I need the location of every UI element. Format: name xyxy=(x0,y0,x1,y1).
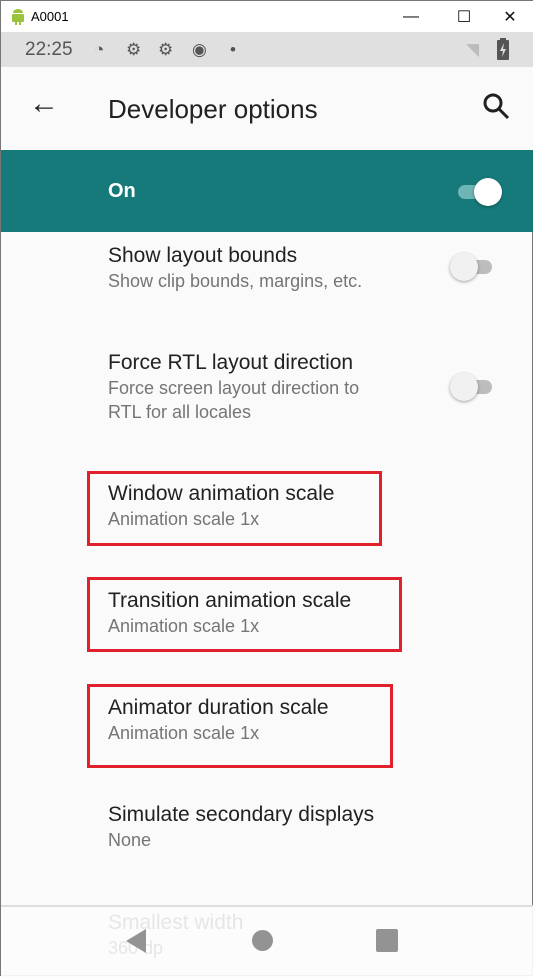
maximize-button[interactable]: ☐ xyxy=(447,1,481,32)
master-switch-label: On xyxy=(108,180,136,202)
setting-animator-duration-scale[interactable]: Animator duration scale Animation scale … xyxy=(108,694,329,745)
setting-summary: Animation scale 1x xyxy=(108,616,260,636)
battery-charging-icon xyxy=(497,38,509,60)
setting-title: Window animation scale xyxy=(108,482,335,505)
data-saver-icon: ◔ xyxy=(94,40,105,59)
setting-summary: Animation scale 1x xyxy=(108,509,260,529)
app-bar: ← Developer options xyxy=(1,67,533,150)
show-layout-bounds-toggle[interactable] xyxy=(450,253,492,281)
page-title: Developer options xyxy=(108,94,318,124)
setting-summary-line2: RTL for all locales xyxy=(108,402,252,422)
setting-title: Force RTL layout direction xyxy=(108,351,354,374)
android-icon xyxy=(12,8,24,25)
status-bar: 22:25 ◔ ⚙ ⚙ ◉ • ◥ xyxy=(1,32,533,67)
setting-summary: Show clip bounds, margins, etc. xyxy=(108,271,363,291)
back-nav-icon[interactable] xyxy=(126,928,148,954)
master-switch-bar[interactable]: On xyxy=(1,150,533,232)
record-icon: ◉ xyxy=(192,40,207,59)
settings-icon: ⚙ xyxy=(158,40,174,59)
force-rtl-toggle[interactable] xyxy=(450,373,492,401)
setting-title: Transition animation scale xyxy=(108,589,352,612)
home-nav-icon[interactable] xyxy=(252,930,273,951)
setting-show-layout-bounds[interactable]: Show layout bounds Show clip bounds, mar… xyxy=(108,242,362,293)
window-title: A0001 xyxy=(31,9,69,24)
dot-icon: • xyxy=(230,40,236,59)
back-arrow-icon[interactable]: ← xyxy=(29,87,59,121)
master-toggle[interactable] xyxy=(458,178,502,206)
wifi-off-icon: ◥ xyxy=(466,40,480,59)
status-time: 22:25 xyxy=(25,39,73,60)
close-button[interactable]: ✕ xyxy=(493,1,527,32)
setting-summary: Force screen layout direction to xyxy=(108,378,360,398)
setting-title: Show layout bounds xyxy=(108,244,298,267)
recents-nav-icon[interactable] xyxy=(376,929,398,952)
settings-icon: ⚙ xyxy=(126,40,142,59)
setting-summary: None xyxy=(108,830,152,850)
setting-title: Simulate secondary displays xyxy=(108,803,375,826)
setting-window-animation-scale[interactable]: Window animation scale Animation scale 1… xyxy=(108,480,334,531)
search-icon[interactable] xyxy=(481,91,511,121)
setting-summary: Animation scale 1x xyxy=(108,723,260,743)
setting-title: Animator duration scale xyxy=(108,696,329,719)
setting-force-rtl[interactable]: Force RTL layout direction Force screen … xyxy=(108,349,359,424)
window-titlebar: A0001 — ☐ ✕ xyxy=(1,1,533,32)
setting-transition-animation-scale[interactable]: Transition animation scale Animation sca… xyxy=(108,587,351,638)
setting-simulate-secondary-displays[interactable]: Simulate secondary displays None xyxy=(108,801,374,852)
minimize-button[interactable]: — xyxy=(394,1,428,32)
